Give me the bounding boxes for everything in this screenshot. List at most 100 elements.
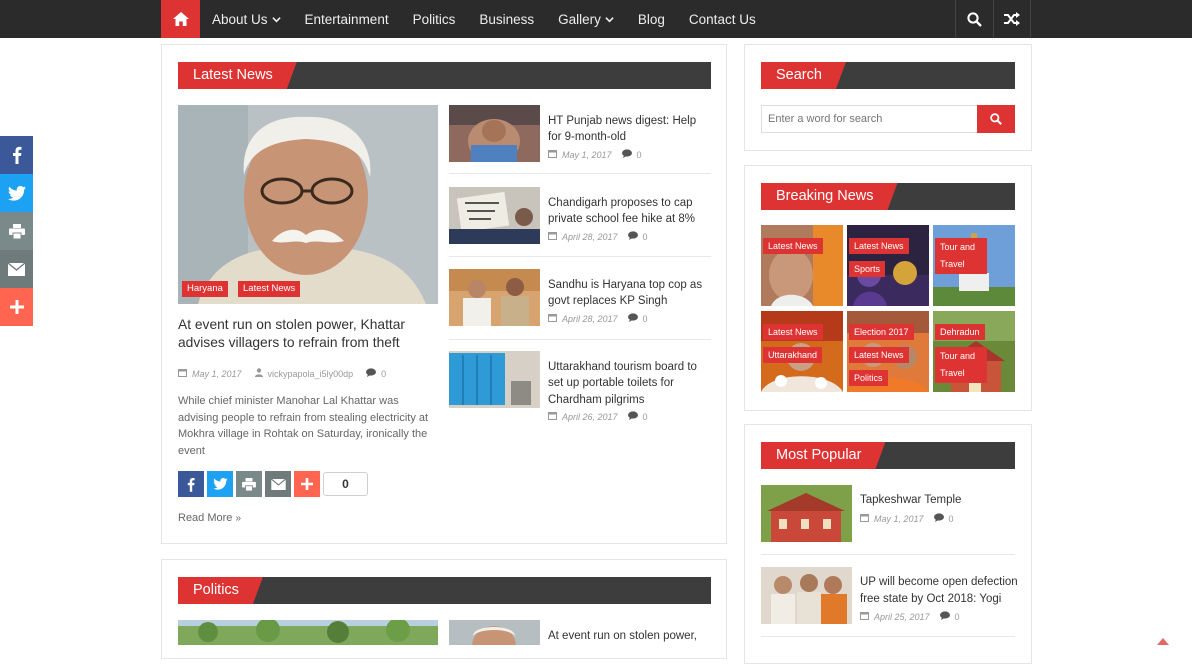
category-badge[interactable]: Sports: [849, 261, 886, 277]
share-email-button[interactable]: [265, 471, 291, 497]
breaking-news-item[interactable]: Latest News: [761, 225, 843, 306]
comment-count[interactable]: 0: [637, 150, 642, 160]
nav-item-about-us[interactable]: About Us: [200, 0, 293, 38]
article-date[interactable]: May 1, 2017: [562, 150, 612, 160]
nav-item-entertainment[interactable]: Entertainment: [293, 0, 401, 38]
breaking-news-header: Breaking News: [761, 183, 1015, 210]
share-more-button[interactable]: [294, 471, 320, 497]
article-meta: April 25, 2017 0: [860, 611, 960, 622]
list-item[interactable]: Tapkeshwar Temple May 1, 2017 0: [761, 485, 1015, 545]
main-article-title[interactable]: At event run on stolen power, Khattar ad…: [178, 316, 440, 352]
category-badge[interactable]: Latest News: [763, 324, 823, 340]
article-date[interactable]: May 1, 2017: [874, 514, 924, 524]
list-item[interactable]: HT Punjab news digest: Help for 9-month-…: [449, 105, 711, 165]
scroll-to-top-button[interactable]: [1157, 638, 1169, 645]
article-date[interactable]: April 26, 2017: [562, 412, 618, 422]
main-article-meta: May 1, 2017 vickypapola_i5ly00dp 0: [178, 368, 386, 379]
list-item[interactable]: UP will become open defection free state…: [761, 567, 1018, 627]
category-badge[interactable]: Latest News: [763, 238, 823, 254]
category-badge[interactable]: Uttarakhand: [763, 347, 823, 363]
category-badge[interactable]: Politics: [849, 370, 888, 386]
share-facebook-button[interactable]: [0, 136, 33, 174]
comment-count[interactable]: 0: [955, 612, 960, 622]
article-title[interactable]: Sandhu is Haryana top cop as govt replac…: [548, 277, 711, 310]
comment-count[interactable]: 0: [643, 314, 648, 324]
share-count: 0: [323, 472, 368, 496]
nav-tools: [955, 0, 1031, 38]
article-date[interactable]: May 1, 2017: [192, 369, 242, 379]
share-facebook-button[interactable]: [178, 471, 204, 497]
list-item[interactable]: Uttarakhand tourism board to set up port…: [449, 351, 711, 422]
main-article-image[interactable]: Haryana Latest News: [178, 105, 438, 304]
politics-main-image[interactable]: [178, 620, 438, 645]
category-badge[interactable]: Election 2017: [849, 324, 914, 340]
share-email-button[interactable]: [0, 250, 33, 288]
nav-item-gallery[interactable]: Gallery: [546, 0, 626, 38]
article-date[interactable]: April 28, 2017: [562, 232, 618, 242]
share-twitter-button[interactable]: [207, 471, 233, 497]
breaking-news-item[interactable]: Election 2017 Latest News Politics: [847, 311, 929, 392]
category-badge[interactable]: Tour and Travel: [935, 238, 987, 274]
comment-count[interactable]: 0: [381, 369, 386, 379]
article-thumbnail[interactable]: [449, 620, 540, 645]
email-icon: [8, 262, 25, 276]
calendar-icon: [178, 368, 187, 379]
read-more-link[interactable]: Read More »: [178, 512, 241, 524]
article-thumbnail[interactable]: [449, 269, 540, 326]
home-button[interactable]: [161, 0, 200, 38]
double-chevron-right-icon: »: [235, 513, 242, 524]
comment-count[interactable]: 0: [643, 232, 648, 242]
main-article-excerpt: While chief minister Manohar Lal Khattar…: [178, 395, 429, 457]
article-author[interactable]: vickypapola_i5ly00dp: [268, 369, 354, 379]
category-badge[interactable]: Haryana: [182, 281, 228, 297]
article-thumbnail[interactable]: [761, 567, 852, 624]
article-share-buttons: 0: [178, 471, 368, 497]
article-thumbnail[interactable]: [761, 485, 852, 542]
search-input[interactable]: [761, 105, 978, 133]
article-title[interactable]: Uttarakhand tourism board to set up port…: [548, 359, 711, 408]
random-post-button[interactable]: [993, 0, 1031, 38]
article-title[interactable]: Chandigarh proposes to cap private schoo…: [548, 195, 711, 228]
comment-count[interactable]: 0: [949, 514, 954, 524]
most-popular-header: Most Popular: [761, 442, 1015, 469]
list-item[interactable]: Chandigarh proposes to cap private schoo…: [449, 187, 711, 247]
breaking-news-item[interactable]: Latest News Sports: [847, 225, 929, 306]
article-title[interactable]: HT Punjab news digest: Help for 9-month-…: [548, 113, 711, 146]
top-navbar: About Us Entertainment Politics Business…: [0, 0, 1192, 38]
list-item[interactable]: Sandhu is Haryana top cop as govt replac…: [449, 269, 711, 329]
comment-count[interactable]: 0: [643, 412, 648, 422]
share-more-button[interactable]: [0, 288, 33, 326]
breaking-news-item[interactable]: Tour and Travel: [933, 225, 1015, 306]
share-twitter-button[interactable]: [0, 174, 33, 212]
category-badge[interactable]: Tour and Travel: [935, 347, 987, 383]
breaking-news-item[interactable]: Latest News Uttarakhand: [761, 311, 843, 392]
article-thumbnail[interactable]: [449, 105, 540, 162]
article-title[interactable]: Tapkeshwar Temple: [860, 492, 1020, 509]
nav-item-contact-us[interactable]: Contact Us: [677, 0, 768, 38]
search-icon: [967, 11, 982, 27]
article-title[interactable]: UP will become open defection free state…: [860, 574, 1020, 607]
category-badge[interactable]: Latest News: [238, 281, 301, 297]
calendar-icon: [548, 149, 557, 160]
floating-share-bar: [0, 136, 33, 326]
print-icon: [242, 477, 256, 491]
chevron-down-icon: [271, 16, 281, 22]
search-button[interactable]: [977, 105, 1015, 133]
nav-item-blog[interactable]: Blog: [626, 0, 677, 38]
category-badge[interactable]: Dehradun: [935, 324, 985, 340]
article-date[interactable]: April 25, 2017: [874, 612, 930, 622]
breaking-news-item[interactable]: Dehradun Tour and Travel: [933, 311, 1015, 392]
nav-item-politics[interactable]: Politics: [401, 0, 468, 38]
category-badge[interactable]: Latest News: [849, 347, 909, 363]
calendar-icon: [548, 411, 557, 422]
article-date[interactable]: April 28, 2017: [562, 314, 618, 324]
section-title: Most Popular: [761, 442, 885, 469]
nav-item-business[interactable]: Business: [467, 0, 546, 38]
nav-search-button[interactable]: [955, 0, 993, 38]
share-print-button[interactable]: [0, 212, 33, 250]
article-thumbnail[interactable]: [449, 187, 540, 244]
category-badge[interactable]: Latest News: [849, 238, 909, 254]
article-title[interactable]: At event run on stolen power,: [548, 628, 718, 644]
share-print-button[interactable]: [236, 471, 262, 497]
article-thumbnail[interactable]: [449, 351, 540, 408]
